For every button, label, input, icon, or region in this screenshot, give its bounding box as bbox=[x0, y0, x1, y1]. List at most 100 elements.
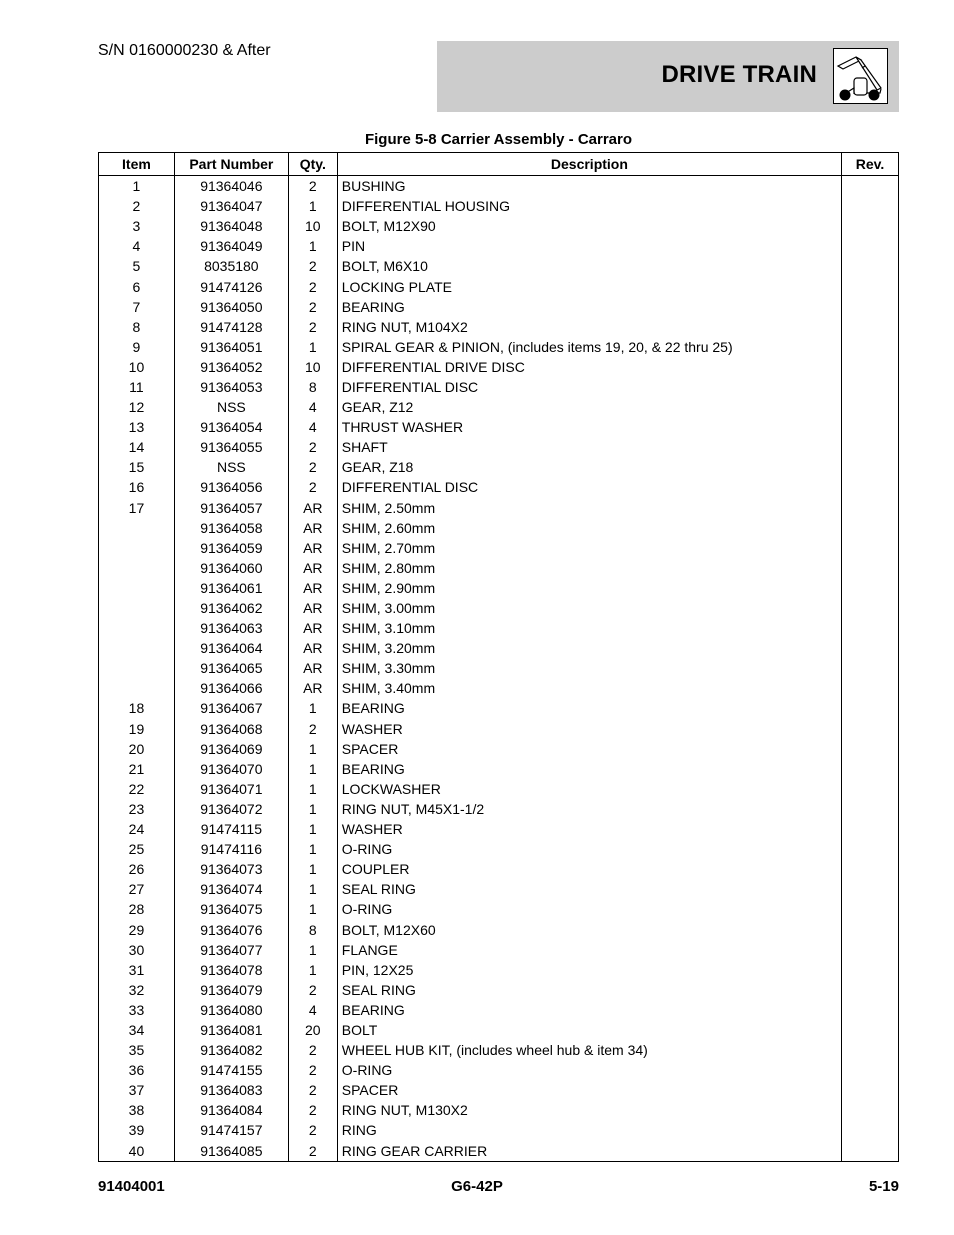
table-row: 91364058 AR SHIM, 2.60mm bbox=[98, 517, 899, 538]
description-cell: WASHER bbox=[336, 718, 843, 739]
part-number-cell: 91364050 bbox=[173, 296, 289, 317]
table-row: 1 91364046 2 BUSHING bbox=[98, 175, 899, 197]
description-cell: SHIM, 2.60mm bbox=[336, 517, 843, 538]
qty-cell: 1 bbox=[287, 236, 338, 257]
rev-cell bbox=[841, 517, 899, 538]
qty-cell: 4 bbox=[287, 397, 338, 418]
table-row: 21 91364070 1 BEARING bbox=[98, 758, 899, 779]
table-row: 16 91364056 2 DIFFERENTIAL DISC bbox=[98, 477, 899, 498]
description-cell: SEAL RING bbox=[336, 879, 843, 900]
item-cell: 30 bbox=[98, 939, 175, 960]
footer-model: G6-42P bbox=[451, 1178, 503, 1195]
qty-cell: 2 bbox=[287, 1100, 338, 1121]
qty-cell: 2 bbox=[287, 316, 338, 337]
table-row: 31 91364078 1 PIN, 12X25 bbox=[98, 959, 899, 980]
description-cell: SHIM, 3.00mm bbox=[336, 597, 843, 619]
item-cell: 36 bbox=[98, 1060, 175, 1081]
qty-cell: 10 bbox=[287, 216, 338, 237]
rev-cell bbox=[841, 276, 899, 297]
description-cell: WASHER bbox=[336, 819, 843, 840]
part-number-cell: 91364065 bbox=[173, 658, 289, 679]
description-cell: SHIM, 3.40mm bbox=[336, 678, 843, 699]
item-cell: 23 bbox=[98, 798, 175, 819]
description-cell: SHIM, 2.80mm bbox=[336, 557, 843, 578]
part-number-cell: 91364073 bbox=[173, 859, 289, 880]
rev-cell bbox=[841, 798, 899, 819]
item-cell: 8 bbox=[98, 316, 175, 337]
qty-cell: AR bbox=[287, 678, 338, 699]
description-cell: SHIM, 2.90mm bbox=[336, 577, 843, 598]
description-cell: BEARING bbox=[336, 296, 843, 317]
rev-cell bbox=[841, 296, 899, 317]
description-cell: SPIRAL GEAR & PINION, (includes items 19… bbox=[336, 336, 843, 357]
rev-cell bbox=[841, 1100, 899, 1121]
qty-cell: 4 bbox=[287, 999, 338, 1020]
item-cell: 6 bbox=[98, 276, 175, 297]
footer-page-number: 5-19 bbox=[868, 1178, 899, 1195]
table-row: 14 91364055 2 SHAFT bbox=[98, 437, 899, 458]
qty-cell: 1 bbox=[287, 336, 338, 357]
item-cell: 34 bbox=[98, 1019, 175, 1041]
qty-cell: 2 bbox=[287, 256, 338, 277]
part-number-cell: 91364080 bbox=[173, 999, 289, 1020]
rev-cell bbox=[841, 236, 899, 257]
rev-cell bbox=[841, 216, 899, 237]
table-row: 29 91364076 8 BOLT, M12X60 bbox=[98, 919, 899, 940]
table-row: 11 91364053 8 DIFFERENTIAL DISC bbox=[98, 376, 899, 398]
qty-cell: 1 bbox=[287, 899, 338, 920]
item-cell: 40 bbox=[98, 1140, 175, 1162]
rev-cell bbox=[841, 959, 899, 980]
qty-cell: 2 bbox=[287, 1060, 338, 1081]
rev-cell bbox=[841, 557, 899, 578]
table-row: 23 91364072 1 RING NUT, M45X1-1/2 bbox=[98, 798, 899, 819]
description-cell: DIFFERENTIAL HOUSING bbox=[336, 196, 843, 217]
rev-cell bbox=[841, 477, 899, 498]
part-number-cell: 91364049 bbox=[173, 236, 289, 257]
item-cell: 3 bbox=[98, 216, 175, 237]
part-number-cell: 91364054 bbox=[173, 417, 289, 438]
qty-cell: 2 bbox=[287, 276, 338, 297]
item-cell: 38 bbox=[98, 1100, 175, 1121]
item-cell: 20 bbox=[98, 738, 175, 759]
rev-cell bbox=[841, 718, 899, 739]
telehandler-icon bbox=[833, 48, 888, 104]
description-cell: RING NUT, M130X2 bbox=[336, 1100, 843, 1121]
item-cell: 16 bbox=[98, 477, 175, 498]
description-cell: FLANGE bbox=[336, 939, 843, 960]
item-cell: 21 bbox=[98, 758, 175, 779]
part-number-cell: 91474155 bbox=[173, 1060, 289, 1081]
item-cell: 19 bbox=[98, 718, 175, 739]
description-cell: GEAR, Z12 bbox=[336, 397, 843, 418]
part-number-cell: 91364064 bbox=[173, 638, 289, 659]
description-cell: SEAL RING bbox=[336, 979, 843, 1000]
part-number-cell: 91364063 bbox=[173, 618, 289, 639]
item-cell: 39 bbox=[98, 1120, 175, 1141]
section-title: DRIVE TRAIN bbox=[661, 61, 817, 88]
qty-cell: AR bbox=[287, 597, 338, 619]
column-header-item: Item bbox=[98, 152, 175, 176]
part-number-cell: 91364077 bbox=[173, 939, 289, 960]
item-cell: 9 bbox=[98, 336, 175, 357]
rev-cell bbox=[841, 417, 899, 438]
part-number-cell: 91474116 bbox=[173, 839, 289, 860]
qty-cell: 20 bbox=[287, 1019, 338, 1041]
rev-cell bbox=[841, 638, 899, 659]
table-row: 10 91364052 10 DIFFERENTIAL DRIVE DISC bbox=[98, 356, 899, 377]
rev-cell bbox=[841, 497, 899, 518]
description-cell: RING NUT, M104X2 bbox=[336, 316, 843, 337]
table-row: 27 91364074 1 SEAL RING bbox=[98, 879, 899, 900]
item-cell bbox=[98, 557, 175, 578]
description-cell: SHAFT bbox=[336, 437, 843, 458]
rev-cell bbox=[841, 979, 899, 1000]
description-cell: LOCKING PLATE bbox=[336, 276, 843, 297]
part-number-cell: 91364051 bbox=[173, 336, 289, 357]
column-header-part-number: Part Number bbox=[173, 152, 289, 176]
item-cell: 1 bbox=[98, 175, 175, 197]
description-cell: DIFFERENTIAL DRIVE DISC bbox=[336, 356, 843, 377]
qty-cell: 2 bbox=[287, 1140, 338, 1162]
item-cell: 31 bbox=[98, 959, 175, 980]
item-cell: 33 bbox=[98, 999, 175, 1020]
description-cell: SHIM, 3.10mm bbox=[336, 618, 843, 639]
item-cell bbox=[98, 537, 175, 558]
table-row: 9 91364051 1 SPIRAL GEAR & PINION, (include… bbox=[98, 336, 899, 357]
